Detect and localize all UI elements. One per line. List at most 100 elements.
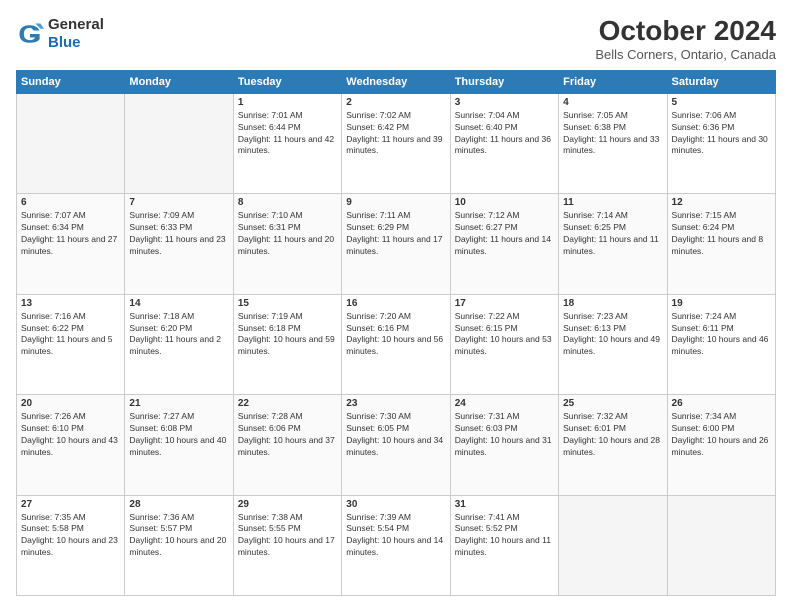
day-number: 27 bbox=[21, 499, 120, 510]
col-saturday: Saturday bbox=[667, 70, 775, 93]
day-info: Sunrise: 7:41 AM Sunset: 5:52 PM Dayligh… bbox=[455, 512, 554, 560]
day-info: Sunrise: 7:30 AM Sunset: 6:05 PM Dayligh… bbox=[346, 411, 445, 459]
day-info: Sunrise: 7:05 AM Sunset: 6:38 PM Dayligh… bbox=[563, 110, 662, 158]
calendar-cell: 20 Sunrise: 7:26 AM Sunset: 6:10 PM Dayli… bbox=[17, 395, 125, 495]
logo-text: General Blue bbox=[48, 16, 104, 52]
calendar-cell: 27 Sunrise: 7:35 AM Sunset: 5:58 PM Dayli… bbox=[17, 495, 125, 595]
day-number: 18 bbox=[563, 298, 662, 309]
calendar-cell bbox=[667, 495, 775, 595]
day-number: 23 bbox=[346, 398, 445, 409]
day-info: Sunrise: 7:35 AM Sunset: 5:58 PM Dayligh… bbox=[21, 512, 120, 560]
calendar-cell: 13 Sunrise: 7:16 AM Sunset: 6:22 PM Dayli… bbox=[17, 294, 125, 394]
calendar-cell: 29 Sunrise: 7:38 AM Sunset: 5:55 PM Dayli… bbox=[233, 495, 341, 595]
calendar-cell bbox=[559, 495, 667, 595]
day-number: 22 bbox=[238, 398, 337, 409]
calendar-cell: 21Sunrise: 7:27 AM Sunset: 6:08 PM Dayli… bbox=[125, 395, 233, 495]
day-info: Sunrise: 7:01 AM Sunset: 6:44 PM Dayligh… bbox=[238, 110, 337, 158]
day-number: 3 bbox=[455, 97, 554, 108]
week-row-5: 27 Sunrise: 7:35 AM Sunset: 5:58 PM Dayli… bbox=[17, 495, 776, 595]
week-row-1: 1 Sunrise: 7:01 AM Sunset: 6:44 PM Daylig… bbox=[17, 93, 776, 193]
calendar-cell: 12Sunrise: 7:15 AM Sunset: 6:24 PM Dayli… bbox=[667, 194, 775, 294]
col-friday: Friday bbox=[559, 70, 667, 93]
day-number: 11 bbox=[563, 197, 662, 208]
day-number: 9 bbox=[346, 197, 445, 208]
calendar-cell: 15 Sunrise: 7:19 AM Sunset: 6:18 PM Dayli… bbox=[233, 294, 341, 394]
day-info: Sunrise: 7:32 AM Sunset: 6:01 PM Dayligh… bbox=[563, 411, 662, 459]
day-info: Sunrise: 7:06 AM Sunset: 6:36 PM Dayligh… bbox=[672, 110, 771, 158]
calendar-cell bbox=[17, 93, 125, 193]
day-info: Sunrise: 7:38 AM Sunset: 5:55 PM Dayligh… bbox=[238, 512, 337, 560]
calendar-cell: 22 Sunrise: 7:28 AM Sunset: 6:06 PM Dayli… bbox=[233, 395, 341, 495]
day-info: Sunrise: 7:27 AM Sunset: 6:08 PM Dayligh… bbox=[129, 411, 228, 459]
calendar-cell: 14Sunrise: 7:18 AM Sunset: 6:20 PM Dayli… bbox=[125, 294, 233, 394]
day-number: 15 bbox=[238, 298, 337, 309]
calendar-cell: 6Sunrise: 7:07 AM Sunset: 6:34 PM Daylig… bbox=[17, 194, 125, 294]
day-number: 12 bbox=[672, 197, 771, 208]
col-sunday: Sunday bbox=[17, 70, 125, 93]
day-number: 13 bbox=[21, 298, 120, 309]
calendar-cell: 26 Sunrise: 7:34 AM Sunset: 6:00 PM Dayli… bbox=[667, 395, 775, 495]
day-number: 31 bbox=[455, 499, 554, 510]
day-number: 19 bbox=[672, 298, 771, 309]
day-info: Sunrise: 7:18 AM Sunset: 6:20 PM Dayligh… bbox=[129, 311, 228, 359]
logo-icon bbox=[16, 20, 44, 48]
day-info: Sunrise: 7:31 AM Sunset: 6:03 PM Dayligh… bbox=[455, 411, 554, 459]
week-row-3: 13 Sunrise: 7:16 AM Sunset: 6:22 PM Dayli… bbox=[17, 294, 776, 394]
logo: General Blue bbox=[16, 16, 104, 52]
day-number: 26 bbox=[672, 398, 771, 409]
day-number: 17 bbox=[455, 298, 554, 309]
day-info: Sunrise: 7:09 AM Sunset: 6:33 PM Dayligh… bbox=[129, 210, 228, 258]
day-number: 1 bbox=[238, 97, 337, 108]
day-info: Sunrise: 7:12 AM Sunset: 6:27 PM Dayligh… bbox=[455, 210, 554, 258]
col-monday: Monday bbox=[125, 70, 233, 93]
col-wednesday: Wednesday bbox=[342, 70, 450, 93]
day-number: 29 bbox=[238, 499, 337, 510]
calendar-cell: 24Sunrise: 7:31 AM Sunset: 6:03 PM Dayli… bbox=[450, 395, 558, 495]
day-info: Sunrise: 7:23 AM Sunset: 6:13 PM Dayligh… bbox=[563, 311, 662, 359]
day-number: 25 bbox=[563, 398, 662, 409]
calendar-cell: 2 Sunrise: 7:02 AM Sunset: 6:42 PM Daylig… bbox=[342, 93, 450, 193]
day-number: 5 bbox=[672, 97, 771, 108]
day-number: 2 bbox=[346, 97, 445, 108]
week-row-2: 6Sunrise: 7:07 AM Sunset: 6:34 PM Daylig… bbox=[17, 194, 776, 294]
calendar-cell: 18 Sunrise: 7:23 AM Sunset: 6:13 PM Dayli… bbox=[559, 294, 667, 394]
week-row-4: 20 Sunrise: 7:26 AM Sunset: 6:10 PM Dayli… bbox=[17, 395, 776, 495]
day-number: 10 bbox=[455, 197, 554, 208]
day-info: Sunrise: 7:28 AM Sunset: 6:06 PM Dayligh… bbox=[238, 411, 337, 459]
page: General Blue October 2024 Bells Corners,… bbox=[0, 0, 792, 612]
day-info: Sunrise: 7:16 AM Sunset: 6:22 PM Dayligh… bbox=[21, 311, 120, 359]
day-info: Sunrise: 7:22 AM Sunset: 6:15 PM Dayligh… bbox=[455, 311, 554, 359]
day-info: Sunrise: 7:10 AM Sunset: 6:31 PM Dayligh… bbox=[238, 210, 337, 258]
day-info: Sunrise: 7:39 AM Sunset: 5:54 PM Dayligh… bbox=[346, 512, 445, 560]
day-info: Sunrise: 7:19 AM Sunset: 6:18 PM Dayligh… bbox=[238, 311, 337, 359]
calendar-cell: 11Sunrise: 7:14 AM Sunset: 6:25 PM Dayli… bbox=[559, 194, 667, 294]
calendar-cell: 9 Sunrise: 7:11 AM Sunset: 6:29 PM Daylig… bbox=[342, 194, 450, 294]
day-info: Sunrise: 7:04 AM Sunset: 6:40 PM Dayligh… bbox=[455, 110, 554, 158]
day-number: 8 bbox=[238, 197, 337, 208]
day-number: 20 bbox=[21, 398, 120, 409]
calendar-cell: 10 Sunrise: 7:12 AM Sunset: 6:27 PM Dayli… bbox=[450, 194, 558, 294]
calendar-table: Sunday Monday Tuesday Wednesday Thursday… bbox=[16, 70, 776, 596]
day-info: Sunrise: 7:36 AM Sunset: 5:57 PM Dayligh… bbox=[129, 512, 228, 560]
day-info: Sunrise: 7:02 AM Sunset: 6:42 PM Dayligh… bbox=[346, 110, 445, 158]
calendar-cell: 4Sunrise: 7:05 AM Sunset: 6:38 PM Daylig… bbox=[559, 93, 667, 193]
col-thursday: Thursday bbox=[450, 70, 558, 93]
calendar-cell: 25 Sunrise: 7:32 AM Sunset: 6:01 PM Dayli… bbox=[559, 395, 667, 495]
day-info: Sunrise: 7:11 AM Sunset: 6:29 PM Dayligh… bbox=[346, 210, 445, 258]
day-number: 7 bbox=[129, 197, 228, 208]
calendar-cell: 16Sunrise: 7:20 AM Sunset: 6:16 PM Dayli… bbox=[342, 294, 450, 394]
weekday-header-row: Sunday Monday Tuesday Wednesday Thursday… bbox=[17, 70, 776, 93]
day-number: 6 bbox=[21, 197, 120, 208]
calendar-cell: 28Sunrise: 7:36 AM Sunset: 5:57 PM Dayli… bbox=[125, 495, 233, 595]
day-info: Sunrise: 7:26 AM Sunset: 6:10 PM Dayligh… bbox=[21, 411, 120, 459]
day-info: Sunrise: 7:34 AM Sunset: 6:00 PM Dayligh… bbox=[672, 411, 771, 459]
logo-line2: Blue bbox=[48, 34, 104, 52]
calendar-cell: 19Sunrise: 7:24 AM Sunset: 6:11 PM Dayli… bbox=[667, 294, 775, 394]
calendar-cell: 17 Sunrise: 7:22 AM Sunset: 6:15 PM Dayli… bbox=[450, 294, 558, 394]
header: General Blue October 2024 Bells Corners,… bbox=[16, 16, 776, 62]
calendar-cell: 8 Sunrise: 7:10 AM Sunset: 6:31 PM Daylig… bbox=[233, 194, 341, 294]
calendar-cell: 1 Sunrise: 7:01 AM Sunset: 6:44 PM Daylig… bbox=[233, 93, 341, 193]
day-number: 30 bbox=[346, 499, 445, 510]
month-title: October 2024 bbox=[595, 16, 776, 47]
calendar-cell: 30 Sunrise: 7:39 AM Sunset: 5:54 PM Dayli… bbox=[342, 495, 450, 595]
